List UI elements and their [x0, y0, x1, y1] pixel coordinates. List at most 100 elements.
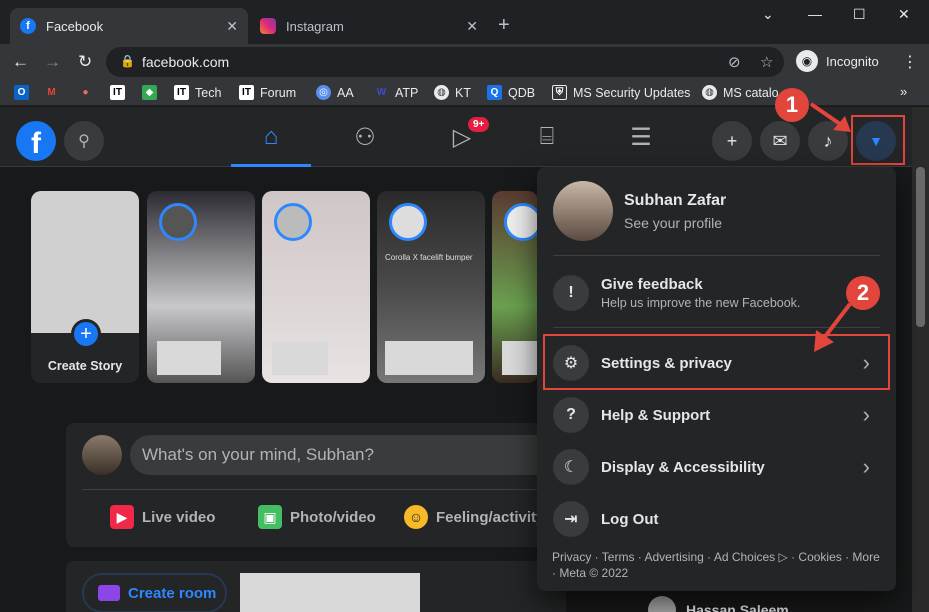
- bookmark-asana[interactable]: ●: [78, 85, 99, 100]
- nav-marketplace[interactable]: ⌸: [507, 117, 587, 157]
- tab-search-icon[interactable]: ⌄: [762, 6, 774, 23]
- chevron-right-icon: ›: [862, 402, 870, 427]
- facebook-logo-icon[interactable]: f: [16, 121, 56, 161]
- moon-icon: ☾: [553, 449, 589, 485]
- video-plus-icon: [98, 585, 120, 601]
- story-card[interactable]: Corolla X facelift bumper: [377, 191, 485, 383]
- forward-arrow-icon[interactable]: →: [44, 52, 61, 72]
- messenger-button[interactable]: ✉: [760, 121, 800, 161]
- globe-icon: ◍: [434, 85, 449, 100]
- close-tab-icon[interactable]: ✕: [226, 18, 238, 35]
- step-1-marker: 1: [775, 88, 809, 122]
- globe-icon: ◍: [702, 85, 717, 100]
- feedback-icon: !: [553, 275, 589, 311]
- logout-icon: ⇥: [553, 501, 589, 537]
- facebook-header: f ⚲ ⌂ ⚇ ▷ 9+ ⌸ ☰ + ✉ ♪ ▼: [0, 107, 912, 167]
- bookmark-ms-catalog[interactable]: ◍ MS catalo: [702, 85, 779, 100]
- create-button[interactable]: +: [712, 121, 752, 161]
- divider: [82, 489, 550, 490]
- tab-instagram[interactable]: Instagram ✕: [250, 8, 488, 44]
- tab-label: Instagram: [286, 18, 344, 34]
- log-out-item[interactable]: ⇥ Log Out: [545, 493, 888, 545]
- nav-menu[interactable]: ☰: [601, 117, 681, 157]
- bookmark-it[interactable]: IT: [110, 85, 131, 100]
- bookmark-tech[interactable]: IT Tech: [174, 85, 221, 100]
- bookmark-forum[interactable]: IT Forum: [239, 85, 296, 100]
- it-icon: IT: [239, 85, 254, 100]
- bookmark-outlook[interactable]: O: [14, 85, 35, 100]
- story-name-redacted: [157, 341, 221, 375]
- it-icon: IT: [110, 85, 125, 100]
- more-bookmarks-icon[interactable]: »: [900, 84, 907, 99]
- divider: [553, 255, 880, 256]
- menu-footer-links[interactable]: Privacy · Terms · Advertising · Ad Choic…: [552, 549, 882, 581]
- browser-toolbar: ← → ↻ 🔒 facebook.com ⊘ ☆ ◉ Incognito ⋮: [0, 44, 929, 80]
- tab-label: Facebook: [46, 18, 104, 34]
- instagram-favicon-icon: [260, 18, 276, 34]
- bookmark-kt[interactable]: ◍ KT: [434, 85, 471, 100]
- close-tab-icon[interactable]: ✕: [466, 18, 478, 35]
- outlook-icon: O: [14, 85, 29, 100]
- story-name-redacted: [385, 341, 473, 375]
- contact-item[interactable]: Hassan Saleem: [648, 596, 789, 612]
- create-story-label: Create Story: [47, 359, 123, 373]
- active-tab-indicator: [231, 164, 311, 167]
- minimize-icon[interactable]: —: [808, 6, 822, 22]
- help-support-item[interactable]: ? Help & Support ›: [545, 389, 888, 441]
- tracking-blocked-icon[interactable]: ⊘: [728, 53, 741, 71]
- arrow-2-icon: [814, 302, 852, 352]
- green-diamond-icon: ◆: [142, 85, 157, 100]
- page-scrollbar[interactable]: [912, 107, 929, 612]
- see-profile-label: See your profile: [624, 215, 723, 231]
- nav-home[interactable]: ⌂: [231, 117, 311, 167]
- highlight-account-button: [851, 115, 905, 165]
- create-story-card[interactable]: + Create Story: [31, 191, 139, 383]
- bookmark-ms-security[interactable]: ⛨ MS Security Updates: [552, 85, 690, 100]
- bookmark-qdb[interactable]: Q QDB: [487, 85, 535, 100]
- incognito-indicator[interactable]: ◉ Incognito: [796, 50, 879, 72]
- story-card[interactable]: [492, 191, 538, 383]
- avatar[interactable]: [82, 435, 122, 475]
- bookmark-star-icon[interactable]: ☆: [760, 53, 773, 71]
- rooms-bar: Create room: [66, 561, 566, 612]
- story-caption: Corolla X facelift bumper: [385, 253, 473, 262]
- bookmark-aa[interactable]: ◎ AA: [316, 85, 354, 100]
- url-text[interactable]: facebook.com: [142, 54, 229, 70]
- story-avatar: [389, 203, 427, 241]
- story-name-redacted: [502, 341, 538, 375]
- scrollbar-thumb[interactable]: [916, 167, 925, 327]
- home-icon: ⌂: [263, 123, 279, 150]
- story-card[interactable]: [147, 191, 255, 383]
- incognito-icon: ◉: [796, 50, 818, 72]
- create-story-image: [31, 191, 139, 333]
- live-video-button[interactable]: ▶ Live video: [110, 505, 215, 529]
- reload-icon[interactable]: ↻: [78, 52, 92, 72]
- address-bar[interactable]: 🔒 facebook.com ⊘ ☆: [106, 47, 784, 77]
- nav-friends[interactable]: ⚇: [325, 117, 405, 157]
- post-composer: What's on your mind, Subhan? ▶ Live vide…: [66, 423, 566, 547]
- close-window-icon[interactable]: ✕: [898, 6, 910, 23]
- messenger-icon: ✉: [772, 130, 788, 151]
- profile-link[interactable]: Subhan Zafar See your profile: [545, 175, 888, 245]
- display-accessibility-item[interactable]: ☾ Display & Accessibility ›: [545, 441, 888, 493]
- avatar: [648, 596, 676, 612]
- feeling-activity-button[interactable]: ☺ Feeling/activity: [404, 505, 544, 529]
- new-tab-button[interactable]: +: [498, 14, 510, 37]
- question-icon: ?: [553, 397, 589, 433]
- story-card[interactable]: [262, 191, 370, 383]
- whats-on-your-mind-input[interactable]: What's on your mind, Subhan?: [130, 435, 560, 475]
- browser-menu-icon[interactable]: ⋮: [902, 52, 918, 72]
- bookmark-gmail[interactable]: M: [44, 85, 65, 100]
- story-avatar: [274, 203, 312, 241]
- search-icon[interactable]: ⚲: [64, 121, 104, 161]
- tab-facebook[interactable]: f Facebook ✕: [10, 8, 248, 44]
- bookmark-atp[interactable]: W ATP: [374, 85, 418, 100]
- create-room-button[interactable]: Create room: [82, 573, 227, 612]
- back-arrow-icon[interactable]: ←: [12, 52, 29, 72]
- maximize-icon[interactable]: ☐: [853, 6, 866, 23]
- watch-badge: 9+: [468, 117, 490, 132]
- gmail-icon: M: [44, 85, 59, 100]
- photo-video-button[interactable]: ▣ Photo/video: [258, 505, 376, 529]
- nav-watch[interactable]: ▷ 9+: [422, 117, 502, 157]
- bookmark-green[interactable]: ◆: [142, 85, 163, 100]
